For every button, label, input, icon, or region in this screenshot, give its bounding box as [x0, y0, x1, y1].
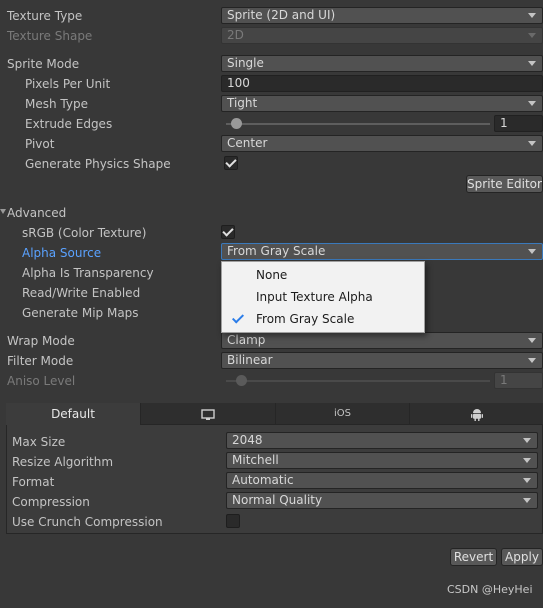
alpha-source-value: From Gray Scale — [227, 244, 326, 258]
sprite-mode-label: Sprite Mode — [7, 57, 80, 71]
sprite-mode-dropdown[interactable]: Single — [221, 55, 543, 72]
resize-algorithm-label: Resize Algorithm — [12, 455, 114, 469]
aniso-level-slider-track — [226, 380, 490, 382]
chevron-down-icon — [528, 141, 536, 146]
apply-button[interactable]: Apply — [501, 548, 543, 566]
alpha-source-label: Alpha Source — [22, 246, 102, 260]
pixels-per-unit-input[interactable]: 100 — [221, 75, 543, 92]
revert-button[interactable]: Revert — [450, 548, 497, 566]
tab-default[interactable]: Default — [6, 403, 141, 425]
alpha-source-dropdown[interactable]: From Gray Scale — [221, 243, 543, 260]
watermark-text: CSDN @HeyHei — [447, 583, 533, 596]
max-size-label: Max Size — [12, 435, 66, 449]
aniso-level-label: Aniso Level — [7, 374, 76, 388]
use-crunch-compression-label: Use Crunch Compression — [12, 515, 163, 529]
texture-shape-dropdown: 2D — [221, 27, 543, 44]
chevron-down-icon — [523, 478, 531, 483]
menu-item-input-texture-alpha[interactable]: Input Texture Alpha — [222, 286, 424, 308]
pivot-value: Center — [227, 136, 268, 150]
chevron-down-icon — [528, 249, 536, 254]
texture-type-value: Sprite (2D and UI) — [227, 8, 336, 22]
chevron-down-icon — [528, 61, 536, 66]
format-label: Format — [12, 475, 55, 489]
srgb-label: sRGB (Color Texture) — [22, 226, 147, 240]
tab-standalone[interactable] — [141, 403, 276, 425]
compression-value: Normal Quality — [232, 493, 323, 507]
mesh-type-label: Mesh Type — [25, 97, 88, 111]
srgb-checkbox[interactable] — [221, 225, 235, 239]
checkmark-icon — [231, 311, 245, 324]
aniso-level-slider-handle — [236, 375, 247, 386]
tab-ios-label: iOS — [334, 408, 351, 419]
checkmark-icon — [222, 225, 234, 237]
texture-shape-label: Texture Shape — [7, 29, 93, 43]
resize-algorithm-value: Mitchell — [232, 453, 279, 467]
filter-mode-dropdown[interactable]: Bilinear — [221, 352, 543, 369]
generate-mip-maps-label: Generate Mip Maps — [22, 306, 139, 320]
chevron-down-icon — [528, 358, 536, 363]
pivot-dropdown[interactable]: Center — [221, 135, 543, 152]
filter-mode-label: Filter Mode — [7, 354, 74, 368]
use-crunch-compression-checkbox[interactable] — [226, 514, 240, 528]
resize-algorithm-dropdown[interactable]: Mitchell — [226, 452, 538, 469]
chevron-down-icon — [528, 101, 536, 106]
generate-physics-shape-label: Generate Physics Shape — [25, 157, 171, 171]
menu-item-none[interactable]: None — [222, 264, 424, 286]
pivot-label: Pivot — [25, 137, 55, 151]
texture-type-dropdown[interactable]: Sprite (2D and UI) — [221, 7, 543, 24]
checkmark-icon — [225, 156, 237, 168]
menu-item-from-gray-scale[interactable]: From Gray Scale — [222, 308, 424, 330]
format-dropdown[interactable]: Automatic — [226, 472, 538, 489]
wrap-mode-label: Wrap Mode — [7, 334, 75, 348]
sprite-mode-value: Single — [227, 56, 264, 70]
tab-default-label: Default — [51, 407, 95, 421]
pixels-per-unit-value: 100 — [227, 76, 250, 90]
compression-dropdown[interactable]: Normal Quality — [226, 492, 538, 509]
chevron-down-icon — [528, 33, 536, 38]
wrap-mode-dropdown[interactable]: Clamp — [221, 332, 543, 349]
format-value: Automatic — [232, 473, 294, 487]
max-size-dropdown[interactable]: 2048 — [226, 432, 538, 449]
compression-label: Compression — [12, 495, 90, 509]
alpha-source-dropdown-menu: None Input Texture Alpha From Gray Scale — [221, 261, 425, 333]
chevron-down-icon — [528, 338, 536, 343]
texture-shape-value: 2D — [227, 28, 244, 42]
texture-type-label: Texture Type — [7, 9, 83, 23]
chevron-down-icon — [523, 438, 531, 443]
tab-android[interactable] — [410, 403, 543, 425]
filter-mode-value: Bilinear — [227, 353, 273, 367]
alpha-is-transparency-label: Alpha Is Transparency — [22, 266, 154, 280]
foldout-arrow-icon[interactable] — [0, 209, 6, 214]
menu-item-label: From Gray Scale — [256, 312, 355, 326]
android-icon — [470, 407, 483, 421]
menu-item-label: None — [256, 268, 288, 282]
platform-tab-bar: Default iOS — [6, 403, 543, 425]
extrude-edges-value: 1 — [500, 116, 508, 130]
menu-item-label: Input Texture Alpha — [256, 290, 373, 304]
mesh-type-dropdown[interactable]: Tight — [221, 95, 543, 112]
extrude-edges-slider-handle[interactable] — [231, 118, 242, 129]
extrude-edges-slider-track[interactable] — [226, 123, 490, 125]
read-write-enabled-label: Read/Write Enabled — [22, 286, 141, 300]
extrude-edges-input[interactable]: 1 — [494, 115, 543, 132]
advanced-foldout-header[interactable]: Advanced — [7, 205, 66, 221]
aniso-level-value: 1 — [500, 373, 508, 387]
pixels-per-unit-label: Pixels Per Unit — [25, 77, 111, 91]
aniso-level-input: 1 — [494, 372, 543, 389]
mesh-type-value: Tight — [227, 96, 258, 110]
max-size-value: 2048 — [232, 433, 263, 447]
chevron-down-icon — [523, 498, 531, 503]
chevron-down-icon — [528, 13, 536, 18]
chevron-down-icon — [523, 458, 531, 463]
tab-ios[interactable]: iOS — [276, 403, 410, 425]
extrude-edges-label: Extrude Edges — [25, 117, 113, 131]
monitor-icon — [201, 407, 215, 421]
sprite-editor-button[interactable]: Sprite Editor — [466, 175, 543, 193]
generate-physics-shape-checkbox[interactable] — [224, 156, 238, 170]
wrap-mode-value: Clamp — [227, 333, 266, 347]
